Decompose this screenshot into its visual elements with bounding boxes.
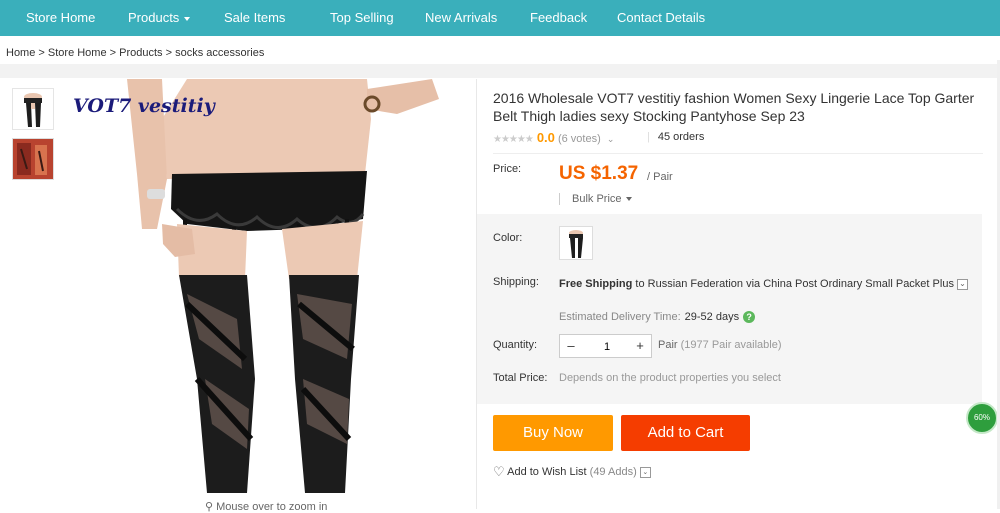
votes-link[interactable]: (6 votes) [558,133,601,145]
bulk-price-label: Bulk Price [572,193,622,205]
chevron-down-icon[interactable]: ⌄ [639,466,651,478]
delivery-estimate: Estimated Delivery Time: 29-52 days? [559,311,756,324]
quantity-stepper: – + [559,334,652,358]
color-label: Color: [493,232,523,244]
chevron-down-icon[interactable]: ⌄ [956,278,968,290]
price-value: US $1.37 [559,163,639,184]
store-navigation-bar: Store Home Products Sale Items Top Selli… [0,0,1000,36]
breadcrumb-store-home[interactable]: Store Home [48,47,107,59]
wishlist-count: (49 Adds) [589,465,637,478]
rating-score: 0.0 [536,130,555,145]
add-to-wishlist-link[interactable]: ♡ Add to Wish List (49 Adds) ⌄ [493,464,651,480]
available-count: (1977 Pair available) [680,339,782,351]
wishlist-label: Add to Wish List [507,465,587,478]
question-icon[interactable]: ? [743,311,756,324]
product-rating: ★★★★★ 0.0 (6 votes) ⌄ [493,130,614,146]
delivery-days: 29-52 days [684,311,740,323]
bulk-price-dropdown[interactable]: Bulk Price [559,193,632,205]
quantity-input[interactable] [584,337,630,356]
chevron-down-icon[interactable]: ⌄ [607,134,615,144]
orders-label: 45 orders [657,131,705,143]
title-separator [493,153,983,154]
shipping-info: Free Shipping to Russian Federation via … [559,277,979,291]
shipping-label: Shipping: [493,276,539,288]
brand-watermark: VOT7 vestitiy [73,95,215,117]
nav-top-selling[interactable]: Top Selling [330,0,394,36]
quantity-unit: Pair [658,339,678,351]
breadcrumb-current: socks accessories [175,47,265,59]
breadcrumb: Home > Store Home > Products > socks acc… [6,47,264,59]
quantity-label: Quantity: [493,339,538,351]
search-icon: ⚲ [205,501,214,513]
divider-pipe: | [647,131,650,143]
nav-sale-items[interactable]: Sale Items [224,0,285,36]
breadcrumb-separator: > [109,47,120,59]
shipping-destination: to Russian Federation via China Post Ord… [635,278,954,290]
increase-quantity-button[interactable]: + [629,335,651,357]
product-gallery [5,79,475,509]
stocking-swatch-image [560,227,592,259]
decrease-quantity-button[interactable]: – [560,335,582,357]
stocking-product-image [67,79,443,493]
delivery-label: Estimated Delivery Time: [559,311,681,323]
buy-now-button[interactable]: Buy Now [493,415,613,451]
chevron-down-icon [184,16,191,21]
orders-count: | 45 orders [647,131,704,143]
breadcrumb-separator: > [165,47,176,59]
section-divider [0,64,1000,78]
stocking-thumbnail-image [13,89,53,129]
total-price-label: Total Price: [493,372,548,384]
lingerie-thumbnail-image [13,139,53,179]
quantity-availability: Pair (1977 Pair available) [658,339,782,351]
nav-store-home[interactable]: Store Home [26,0,95,36]
zoom-hint: ⚲ Mouse over to zoom in [205,500,327,513]
price-unit: / Pair [647,171,673,183]
color-option-swatch[interactable] [559,226,593,260]
progress-badge[interactable]: 60% [966,402,998,434]
nav-products[interactable]: Products [128,0,191,36]
price-label: Price: [493,163,522,175]
nav-new-arrivals[interactable]: New Arrivals [425,0,497,36]
nav-feedback[interactable]: Feedback [530,0,587,36]
breadcrumb-home[interactable]: Home [6,47,35,59]
free-shipping-text: Free Shipping [559,278,633,290]
breadcrumb-products[interactable]: Products [119,47,162,59]
zoom-hint-label: Mouse over to zoom in [216,501,328,513]
nav-products-label: Products [128,10,180,25]
breadcrumb-separator: > [38,47,48,59]
total-price-note: Depends on the product properties you se… [559,372,781,384]
thumbnail-2[interactable] [12,138,54,180]
add-to-cart-button[interactable]: Add to Cart [621,415,750,451]
nav-contact-details[interactable]: Contact Details [617,0,705,36]
star-rating-icon: ★★★★★ [493,134,534,145]
heart-icon: ♡ [493,464,505,479]
product-title: 2016 Wholesale VOT7 vestitiy fashion Wom… [493,90,975,124]
chevron-down-icon [625,197,632,202]
thumbnail-1[interactable] [12,88,54,130]
product-main-image[interactable] [67,79,443,493]
